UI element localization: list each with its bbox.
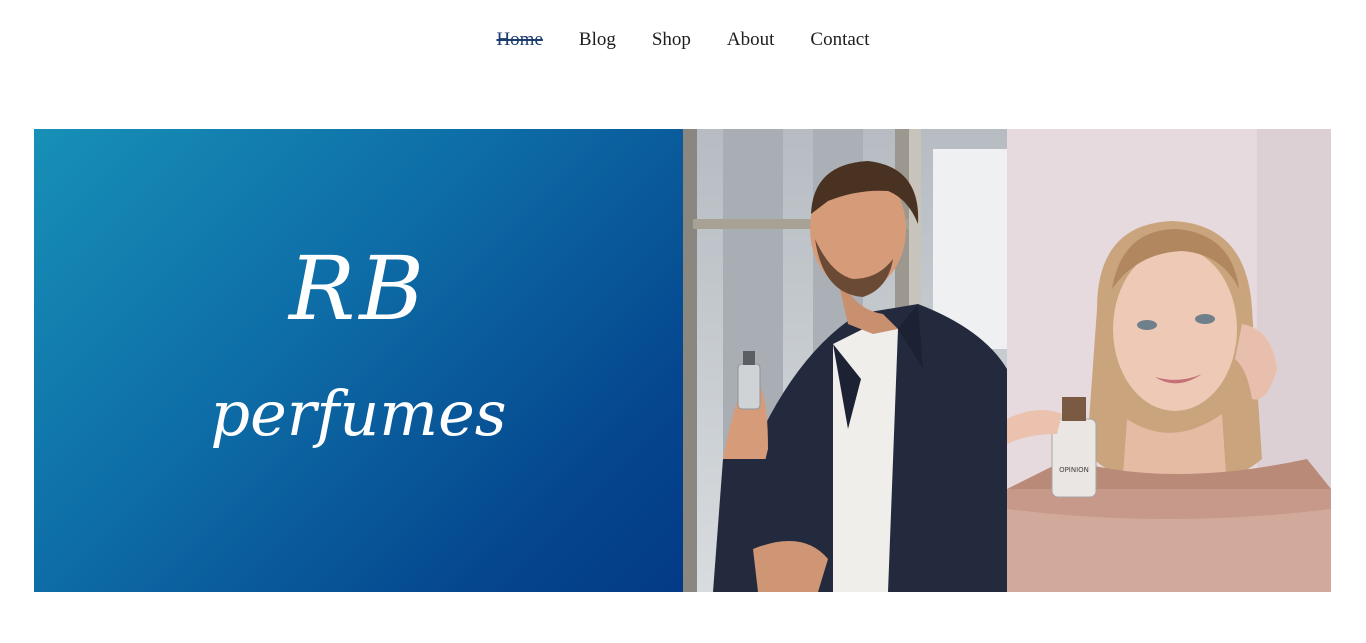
brand-logo-wordmark: perfumes (210, 377, 507, 450)
nav-item-home[interactable]: Home (496, 26, 542, 54)
bottle-label: OPINION (1059, 466, 1089, 474)
nav-item-about[interactable]: About (727, 26, 775, 54)
man-with-perfume-image (683, 129, 1007, 592)
hero-banner: RB perfumes OPINION (34, 129, 1331, 592)
brand-panel: RB perfumes (34, 129, 683, 592)
main-nav: Home Blog Shop About Contact (0, 26, 1366, 54)
woman-with-perfume-image: OPINION (1007, 129, 1331, 592)
nav-item-blog[interactable]: Blog (579, 26, 616, 54)
nav-item-shop[interactable]: Shop (652, 26, 691, 54)
woman-with-perfume-illustration: OPINION (1007, 129, 1331, 592)
brand-logo-initials: RB (289, 237, 428, 340)
nav-item-contact[interactable]: Contact (810, 26, 869, 54)
man-with-perfume-illustration (683, 129, 1007, 592)
